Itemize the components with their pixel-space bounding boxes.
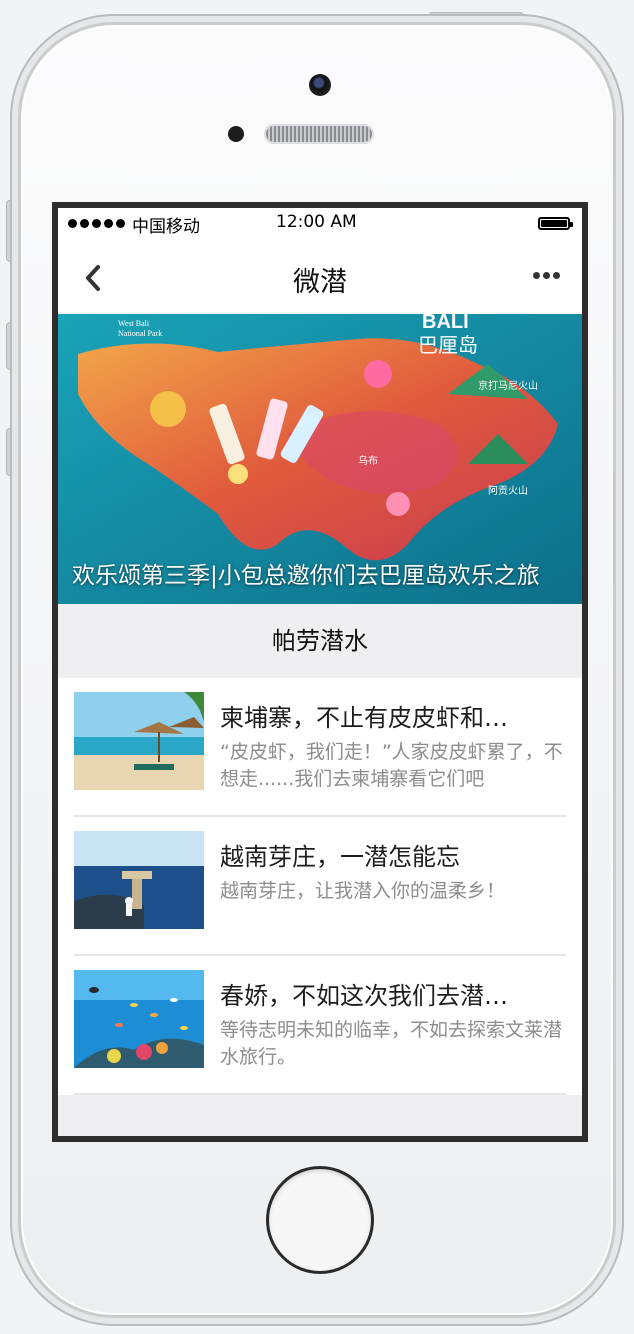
carrier-name: 中国移动 [132, 217, 200, 237]
article-summary: “皮皮虾，我们走！”人家皮皮虾累了，不想走......我们去柬埔寨看它们吧 [220, 741, 563, 790]
article-thumbnail [74, 692, 204, 790]
article-thumbnail [74, 970, 204, 1068]
article-list: 柬埔寨，不止有皮皮虾和… “皮皮虾，我们走！”人家皮皮虾累了，不想走......… [58, 678, 582, 1095]
reef-fish-image [74, 970, 204, 1068]
section-title: 帕劳潜水 [58, 604, 582, 678]
volume-down-button[interactable] [6, 428, 16, 476]
article-summary: 越南芽庄，让我潜入你的温柔乡！ [220, 880, 506, 902]
list-item[interactable]: 柬埔寨，不止有皮皮虾和… “皮皮虾，我们走！”人家皮皮虾累了，不想走......… [74, 678, 566, 817]
map-label-agung: 阿贡火山 [488, 485, 528, 497]
map-label-west-bali: West Bali [118, 319, 150, 328]
banner-caption: 欢乐颂第三季|小包总邀你们去巴厘岛欢乐之旅 [72, 563, 540, 589]
volume-up-button[interactable] [6, 322, 16, 370]
status-bar: 中国移动 12:00 AM [58, 208, 582, 238]
article-title: 春娇，不如这次我们去潜… [220, 982, 508, 1010]
earpiece-speaker [264, 124, 374, 144]
map-label-national-park: National Park [118, 329, 162, 338]
map-label-bali-cn: 巴厘岛 [418, 333, 478, 357]
front-camera [309, 74, 331, 96]
article-thumbnail [74, 831, 204, 929]
proximity-sensor [228, 126, 244, 142]
mute-switch[interactable] [6, 200, 16, 262]
list-item[interactable]: 春娇，不如这次我们去潜… 等待志明未知的临幸，不如去探索文莱潜水旅行。 [74, 956, 566, 1095]
phone-screen: 中国移动 12:00 AM 微潜 BALI 巴厘岛 West Bali Nati… [52, 202, 588, 1142]
page-title: 微潜 [293, 267, 347, 298]
list-item[interactable]: 越南芽庄，一潜怎能忘 越南芽庄，让我潜入你的温柔乡！ [74, 817, 566, 956]
article-summary: 等待志明未知的临幸，不如去探索文莱潜水旅行。 [220, 1019, 563, 1068]
status-time: 12:00 AM [276, 212, 357, 232]
more-options-icon[interactable] [533, 272, 560, 279]
article-title: 越南芽庄，一潜怎能忘 [220, 843, 460, 871]
map-label-kintamani: 京打马尼火山 [478, 379, 538, 392]
battery-icon [538, 217, 573, 230]
home-button[interactable] [266, 1166, 374, 1274]
pier-sea-image [74, 831, 204, 929]
article-title: 柬埔寨，不止有皮皮虾和… [220, 704, 508, 732]
beach-umbrella-image [74, 692, 204, 790]
navigation-bar: 微潜 [58, 238, 582, 314]
map-label-ubud: 乌布 [358, 454, 378, 467]
map-label-bali: BALI [422, 314, 469, 333]
signal-icon [68, 219, 125, 228]
banner-carousel[interactable]: BALI 巴厘岛 West Bali National Park 京打马尼火山 … [58, 314, 582, 604]
